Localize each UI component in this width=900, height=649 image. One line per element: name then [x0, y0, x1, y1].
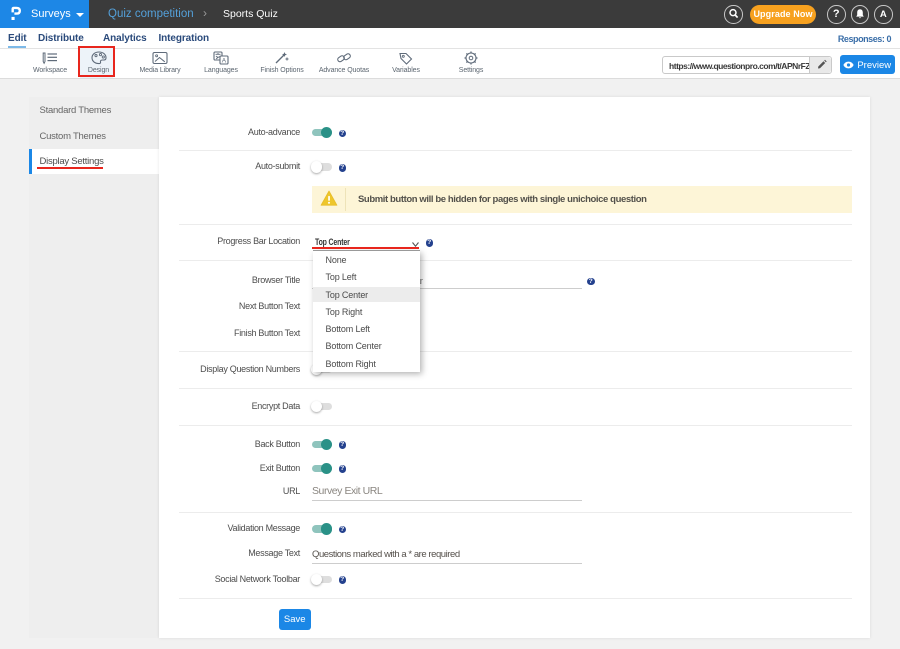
- svg-text:A: A: [222, 58, 227, 65]
